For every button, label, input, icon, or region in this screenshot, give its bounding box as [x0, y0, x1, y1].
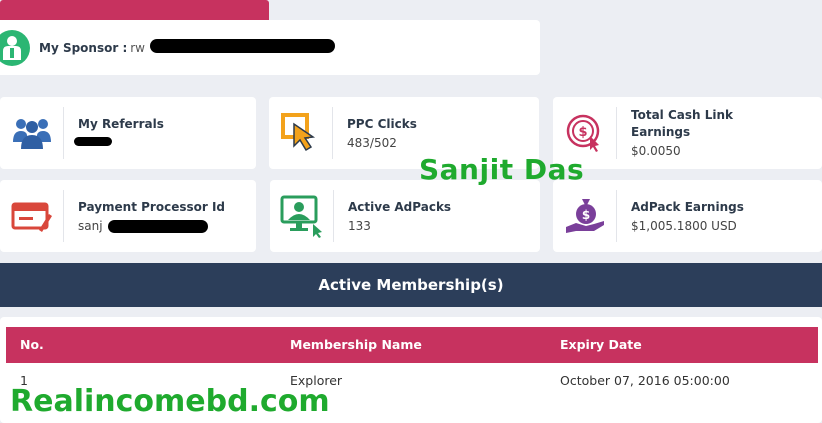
stat-card-active-adpacks[interactable]: Active AdPacks 133: [270, 180, 540, 252]
stat-value: $1,005.1800 USD: [631, 218, 737, 233]
stat-label: Payment Processor Id: [78, 199, 226, 214]
sponsor-value: rw: [130, 38, 336, 55]
cash-link-icon: $: [553, 107, 617, 159]
redaction-mark: [108, 219, 208, 233]
stat-value: sanj: [78, 219, 225, 234]
stat-value: [74, 136, 164, 151]
stat-value: 133: [348, 218, 371, 233]
sponsor-label: My Sponsor :: [39, 40, 128, 55]
redaction-mark: [74, 136, 112, 146]
stat-value: 483/502: [347, 135, 397, 150]
stat-value: $0.0050: [631, 144, 681, 158]
stat-label: AdPack Earnings: [631, 199, 744, 214]
adpack-monitor-icon: [270, 190, 334, 242]
watermark-name: Sanjit Das: [419, 153, 585, 186]
svg-text:$: $: [578, 125, 587, 140]
stat-card-my-referrals[interactable]: My Referrals: [0, 97, 256, 169]
user-avatar-icon: [0, 29, 30, 66]
stat-label: My Referrals: [78, 116, 164, 131]
column-header-membership-name: Membership Name: [290, 337, 422, 352]
stat-label: Total Cash Link Earnings: [631, 108, 734, 139]
users-icon: [0, 107, 64, 159]
column-header-no: No.: [20, 337, 44, 352]
table-header-row: No. Membership Name Expiry Date: [6, 327, 818, 363]
watermark-site: Realincomebd.com: [10, 384, 330, 419]
cursor-click-icon: [269, 107, 333, 159]
svg-text:$: $: [581, 208, 589, 222]
stat-card-adpack-earnings[interactable]: $ AdPack Earnings $1,005.1800 USD: [553, 180, 822, 252]
cell-expiry-date: October 07, 2016 05:00:00: [560, 373, 730, 388]
sponsor-card: My Sponsor : rw: [0, 20, 540, 75]
payment-card-icon: [0, 190, 64, 242]
column-header-expiry-date: Expiry Date: [560, 337, 642, 352]
stat-card-total-cash-link-earnings[interactable]: $ Total Cash Link Earnings $0.0050: [553, 97, 822, 169]
stat-card-payment-processor-id[interactable]: Payment Processor Id sanj: [0, 180, 256, 252]
active-memberships-header: Active Membership(s): [0, 263, 822, 307]
money-bag-hand-icon: $: [553, 190, 617, 242]
stat-label: PPC Clicks: [347, 116, 417, 131]
stat-label: Active AdPacks: [348, 199, 452, 214]
redaction-mark: [150, 38, 336, 53]
